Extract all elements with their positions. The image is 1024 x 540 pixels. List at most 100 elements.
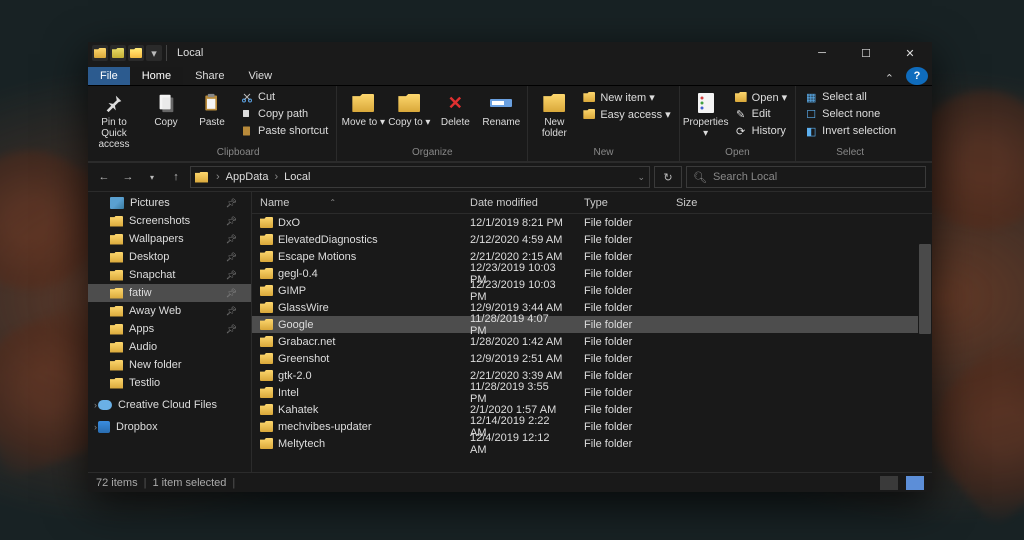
search-input[interactable]: 🔍︎ Search Local bbox=[686, 166, 926, 188]
chevron-right-icon[interactable]: › bbox=[94, 400, 97, 410]
newitem-button[interactable]: New item ▾ bbox=[578, 89, 674, 105]
view-large-button[interactable] bbox=[906, 476, 924, 490]
folder-icon bbox=[260, 234, 273, 245]
table-row[interactable]: ElevatedDiagnostics2/12/2020 4:59 AMFile… bbox=[252, 231, 932, 248]
sidebar-item-new-folder[interactable]: New folder bbox=[88, 356, 251, 374]
sidebar-item-snapchat[interactable]: Snapchat📌︎ bbox=[88, 266, 251, 284]
selectnone-button[interactable]: ☐Select none bbox=[800, 106, 900, 122]
status-bar: 72 items | 1 item selected | bbox=[88, 472, 932, 492]
tab-view[interactable]: View bbox=[236, 67, 284, 85]
pin-icon: 📌︎ bbox=[226, 252, 237, 263]
sidebar-item-wallpapers[interactable]: Wallpapers📌︎ bbox=[88, 230, 251, 248]
edit-button[interactable]: ✎Edit bbox=[730, 106, 792, 122]
history-button[interactable]: ⟳History bbox=[730, 123, 792, 139]
refresh-button[interactable]: ↻ bbox=[654, 166, 682, 188]
forward-button[interactable]: → bbox=[118, 171, 138, 183]
tab-share[interactable]: Share bbox=[183, 67, 236, 85]
folder-icon bbox=[260, 387, 273, 398]
copypath-button[interactable]: Copy path bbox=[236, 106, 332, 122]
search-icon: 🔍︎ bbox=[693, 171, 707, 184]
folder-icon bbox=[260, 336, 273, 347]
sidebar-item-desktop[interactable]: Desktop 📌︎ bbox=[88, 248, 251, 266]
sidebar-item-dropbox[interactable]: ›Dropbox bbox=[88, 418, 251, 436]
sidebar-item-label: Creative Cloud Files bbox=[118, 399, 217, 411]
folder-icon bbox=[260, 370, 273, 381]
breadcrumb[interactable]: Local bbox=[284, 171, 310, 183]
paste-button[interactable]: Paste bbox=[190, 88, 234, 128]
table-row[interactable]: mechvibes-updater12/14/2019 2:22 AMFile … bbox=[252, 418, 932, 435]
table-row[interactable]: gtk-2.02/21/2020 3:39 AMFile folder bbox=[252, 367, 932, 384]
invertselection-button[interactable]: ◧Invert selection bbox=[800, 123, 900, 139]
folder-icon bbox=[260, 217, 273, 228]
chevron-right-icon[interactable]: › bbox=[94, 422, 97, 432]
column-type[interactable]: Type bbox=[576, 197, 668, 209]
breadcrumb[interactable]: AppData bbox=[226, 171, 269, 183]
column-name[interactable]: Name⌃ bbox=[252, 197, 462, 209]
sidebar-item-creative-cloud-files[interactable]: › Creative Cloud Files bbox=[88, 396, 251, 414]
table-row[interactable]: GlassWire12/9/2019 3:44 AMFile folder bbox=[252, 299, 932, 316]
table-row[interactable]: Meltytech12/4/2019 12:12 AMFile folder bbox=[252, 435, 932, 452]
table-row[interactable]: Kahatek2/1/2020 1:57 AMFile folder bbox=[252, 401, 932, 418]
open-button[interactable]: Open ▾ bbox=[730, 89, 792, 105]
scrollbar[interactable] bbox=[918, 214, 932, 472]
column-date[interactable]: Date modified bbox=[462, 197, 576, 209]
pin-icon: 📌︎ bbox=[226, 216, 237, 227]
sidebar-item-screenshots[interactable]: Screenshots 📌︎ bbox=[88, 212, 251, 230]
navigation-pane[interactable]: Pictures📌︎Screenshots📌︎Wallpapers📌︎Deskt… bbox=[88, 192, 252, 472]
folder-icon bbox=[260, 251, 273, 262]
easyaccess-button[interactable]: Easy access ▾ bbox=[578, 106, 674, 122]
table-row[interactable]: GIMP12/23/2019 10:03 PMFile folder bbox=[252, 282, 932, 299]
sidebar-item-audio[interactable]: Audio bbox=[88, 338, 251, 356]
minimize-button[interactable]: ─ bbox=[800, 42, 844, 64]
tab-file[interactable]: File bbox=[88, 67, 130, 85]
pin-icon: 📌︎ bbox=[226, 198, 237, 209]
pin-icon: 📌︎ bbox=[226, 234, 237, 245]
table-row[interactable]: Greenshot12/9/2019 2:51 AMFile folder bbox=[252, 350, 932, 367]
copyto-button[interactable]: Copy to ▾ bbox=[387, 88, 431, 128]
sidebar-item-label: Audio bbox=[129, 341, 157, 353]
help-icon[interactable]: ? bbox=[906, 67, 928, 85]
view-details-button[interactable] bbox=[880, 476, 898, 490]
table-row[interactable]: Grabacr.net1/28/2020 1:42 AMFile folder bbox=[252, 333, 932, 350]
up-button[interactable]: ↑ bbox=[166, 171, 186, 183]
sidebar-item-away-web[interactable]: Away Web📌︎ bbox=[88, 302, 251, 320]
folder-icon bbox=[260, 353, 273, 364]
pin-quickaccess-button[interactable]: Pin to Quick access bbox=[92, 88, 136, 150]
column-headers: Name⌃ Date modified Type Size bbox=[252, 192, 932, 214]
selectall-button[interactable]: ▦Select all bbox=[800, 89, 900, 105]
qat-chevron-down-icon[interactable]: ▾ bbox=[146, 45, 162, 61]
pasteshortcut-button[interactable]: Paste shortcut bbox=[236, 123, 332, 139]
maximize-button[interactable]: ☐ bbox=[844, 42, 888, 64]
sidebar-item-testlio[interactable]: Testlio bbox=[88, 374, 251, 392]
sidebar-item-label: Screenshots bbox=[129, 215, 190, 227]
file-list: Name⌃ Date modified Type Size DxO12/1/20… bbox=[252, 192, 932, 472]
qat-properties-icon[interactable] bbox=[110, 45, 126, 61]
sidebar-item-fatiw[interactable]: fatiw📌︎ bbox=[88, 284, 251, 302]
file-rows[interactable]: DxO12/1/2019 8:21 PMFile folderElevatedD… bbox=[252, 214, 932, 472]
qat-folder-icon[interactable] bbox=[92, 45, 108, 61]
table-row[interactable]: Escape Motions2/21/2020 2:15 AMFile fold… bbox=[252, 248, 932, 265]
close-button[interactable]: ✕ bbox=[888, 42, 932, 64]
cut-button[interactable]: Cut bbox=[236, 89, 332, 105]
moveto-button[interactable]: Move to ▾ bbox=[341, 88, 385, 128]
collapse-ribbon-icon[interactable]: ⌃ bbox=[885, 72, 894, 85]
address-bar[interactable]: › AppData › Local ⌄ bbox=[190, 166, 650, 188]
sidebar-item-apps[interactable]: Apps📌︎ bbox=[88, 320, 251, 338]
table-row[interactable]: Google11/28/2019 4:07 PMFile folder bbox=[252, 316, 932, 333]
tab-home[interactable]: Home bbox=[130, 67, 183, 85]
recent-chevron-down-icon[interactable]: ▾ bbox=[142, 173, 162, 182]
properties-button[interactable]: Properties ▾ bbox=[684, 88, 728, 139]
sidebar-item-pictures[interactable]: Pictures📌︎ bbox=[88, 194, 251, 212]
delete-button[interactable]: ✕Delete bbox=[433, 88, 477, 128]
back-button[interactable]: ← bbox=[94, 171, 114, 183]
sidebar-item-label: Desktop bbox=[129, 251, 169, 263]
table-row[interactable]: gegl-0.412/23/2019 10:03 PMFile folder bbox=[252, 265, 932, 282]
column-size[interactable]: Size bbox=[668, 197, 728, 209]
table-row[interactable]: DxO12/1/2019 8:21 PMFile folder bbox=[252, 214, 932, 231]
newfolder-button[interactable]: New folder bbox=[532, 88, 576, 139]
rename-button[interactable]: Rename bbox=[479, 88, 523, 128]
folder-icon bbox=[260, 421, 273, 432]
qat-newfolder-icon[interactable] bbox=[128, 45, 144, 61]
table-row[interactable]: Intel11/28/2019 3:55 PMFile folder bbox=[252, 384, 932, 401]
copy-button[interactable]: Copy bbox=[144, 88, 188, 128]
